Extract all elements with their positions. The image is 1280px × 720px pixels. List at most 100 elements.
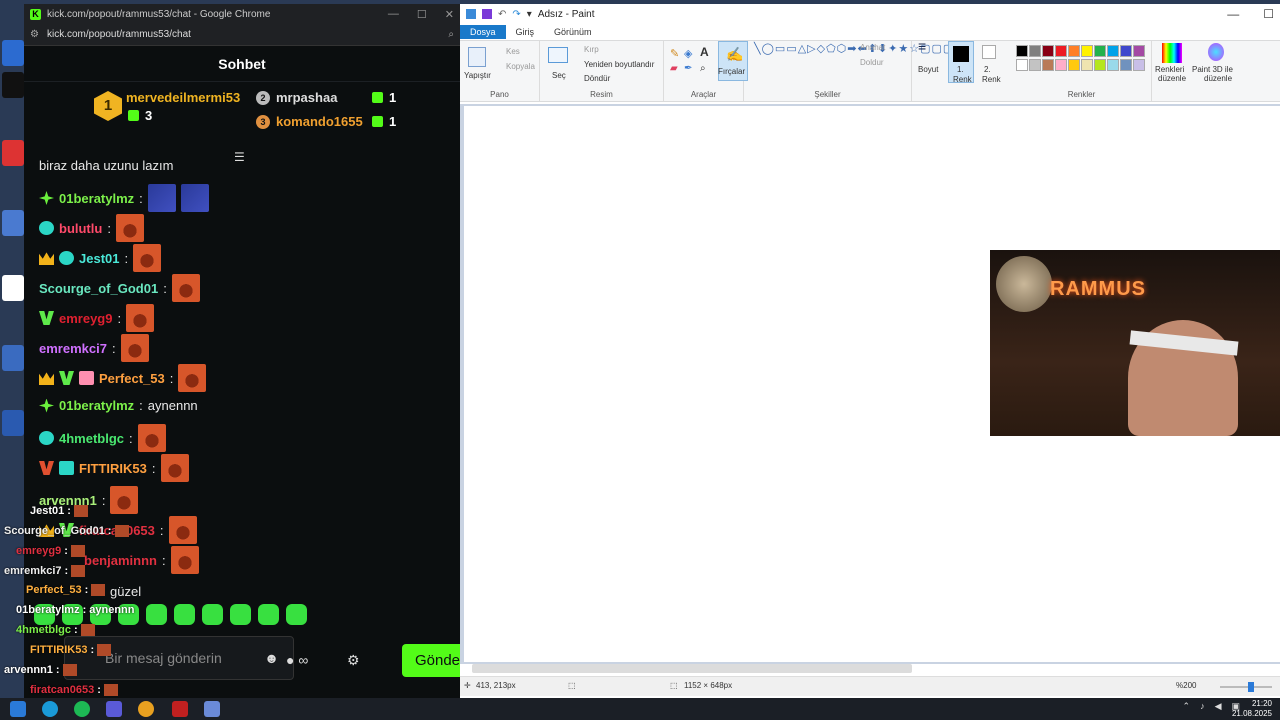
chat-username[interactable]: 4hmetblgc: [59, 431, 124, 446]
leaderboard-entry[interactable]: 3 komando1655: [256, 114, 363, 129]
desktop-app-icon[interactable]: [2, 275, 24, 301]
color-swatch[interactable]: [1133, 45, 1145, 57]
color-swatch[interactable]: [1068, 59, 1080, 71]
zoom-slider-thumb[interactable]: [1248, 682, 1254, 692]
edit-colors-label[interactable]: düzenle: [1158, 74, 1186, 83]
chat-username[interactable]: emremkci7: [39, 341, 107, 356]
copy-button[interactable]: Kopyala: [506, 62, 535, 71]
chat-username[interactable]: FITTIRIK53: [79, 461, 147, 476]
chat-username[interactable]: 01beratylmz: [59, 191, 134, 206]
url-text[interactable]: kick.com/popout/rammus53/chat: [47, 29, 191, 40]
color-swatch[interactable]: [1107, 59, 1119, 71]
horizontal-scrollbar[interactable]: [472, 664, 912, 673]
paint3d-icon[interactable]: [1208, 43, 1224, 61]
clock[interactable]: 21:20 21.08.2025: [1232, 699, 1272, 719]
app-icon[interactable]: [42, 701, 58, 717]
tray-overflow-icon[interactable]: ⌃: [1183, 701, 1191, 712]
tab-giris[interactable]: Giriş: [506, 25, 545, 39]
color-picker-icon[interactable]: ✒: [684, 63, 692, 74]
edit-colors-icon[interactable]: [1162, 43, 1182, 63]
maximize-icon[interactable]: ☐: [1263, 7, 1274, 21]
zoom-icon[interactable]: ⌕: [448, 29, 454, 40]
spotify-icon[interactable]: [74, 701, 90, 717]
site-info-icon[interactable]: ⚙: [30, 29, 39, 40]
leaderboard-entry[interactable]: 2 mrpashaa: [256, 90, 337, 105]
desktop-app-icon[interactable]: [2, 40, 24, 66]
color-swatch[interactable]: [1094, 59, 1106, 71]
resize-button[interactable]: Yeniden boyutlandır: [584, 60, 654, 69]
crop-button[interactable]: Kırp: [584, 45, 599, 54]
cut-button[interactable]: Kes: [506, 47, 520, 56]
leaderboard-name[interactable]: mervedeilmermi53: [126, 90, 240, 105]
zoom-slider[interactable]: [1220, 682, 1272, 692]
quick-emotes-icon[interactable]: ● ∞: [286, 652, 308, 668]
chrome-icon[interactable]: [138, 701, 154, 717]
size-button[interactable]: Boyut: [918, 65, 938, 74]
paste-button[interactable]: Yapıştır: [464, 71, 491, 80]
save-icon[interactable]: [482, 9, 492, 19]
shapes-gallery[interactable]: ╲◯▭▭△▷◇⬠⬡➡⬅⬆⬇✦★☆▢▢▢: [754, 43, 953, 56]
select-icon[interactable]: [548, 47, 568, 63]
undo-icon[interactable]: ↶: [498, 9, 506, 20]
close-icon[interactable]: ✕: [445, 8, 454, 21]
chat-username[interactable]: emreyg9: [59, 311, 112, 326]
color-swatch[interactable]: [1107, 45, 1119, 57]
magnifier-icon[interactable]: ⌕: [700, 63, 706, 74]
color2-button[interactable]: [982, 45, 996, 59]
desktop-app-icon[interactable]: [2, 72, 24, 98]
color-swatch[interactable]: [1055, 59, 1067, 71]
color-swatch[interactable]: [1120, 45, 1132, 57]
chat-username[interactable]: Scourge_of_God01: [39, 281, 158, 296]
emote-button[interactable]: [202, 604, 223, 625]
color-swatch[interactable]: [1042, 45, 1054, 57]
color-swatch[interactable]: [1055, 45, 1067, 57]
color-swatch[interactable]: [1094, 45, 1106, 57]
edit-colors-label[interactable]: Renkleri: [1155, 65, 1184, 74]
color-swatch[interactable]: [1081, 45, 1093, 57]
pencil-icon[interactable]: ✎: [670, 47, 679, 60]
rotate-button[interactable]: Döndür: [584, 74, 610, 83]
desktop-app-icon[interactable]: [2, 410, 24, 436]
color-swatch[interactable]: [1016, 45, 1028, 57]
volume-icon[interactable]: ◀: [1215, 701, 1222, 712]
redo-icon[interactable]: ↷: [512, 9, 520, 20]
color-swatch[interactable]: [1081, 59, 1093, 71]
voicemeeter-icon[interactable]: [172, 701, 188, 717]
chat-username[interactable]: Jest01: [79, 251, 119, 266]
fill-button[interactable]: Doldur: [860, 58, 884, 67]
fill-icon[interactable]: ◈: [684, 47, 692, 60]
size-icon[interactable]: ≡: [918, 39, 926, 53]
tab-dosya[interactable]: Dosya: [460, 25, 506, 39]
emoji-picker-icon[interactable]: ☻: [264, 650, 279, 666]
color-swatch[interactable]: [1133, 59, 1145, 71]
tab-gorunum[interactable]: Görünüm: [544, 25, 602, 39]
paint-icon[interactable]: [204, 701, 220, 717]
chat-username[interactable]: bulutlu: [59, 221, 102, 236]
windows-start-icon[interactable]: [10, 701, 26, 717]
app-icon[interactable]: [106, 701, 122, 717]
text-tool-icon[interactable]: A: [700, 45, 709, 59]
address-bar[interactable]: ⚙ kick.com/popout/rammus53/chat ⌕: [24, 24, 460, 46]
paint3d-label[interactable]: düzenle: [1204, 74, 1232, 83]
color-swatch[interactable]: [1120, 59, 1132, 71]
desktop-app-icon[interactable]: [2, 210, 24, 236]
emote-button[interactable]: [258, 604, 279, 625]
emote-button[interactable]: [230, 604, 251, 625]
minimize-icon[interactable]: —: [1227, 7, 1239, 21]
color-swatch[interactable]: [1029, 45, 1041, 57]
maximize-icon[interactable]: ☐: [417, 8, 427, 21]
chat-username[interactable]: Perfect_53: [99, 371, 165, 386]
desktop-app-icon[interactable]: [2, 345, 24, 371]
outline-button[interactable]: Anahat: [860, 43, 885, 52]
color-swatch[interactable]: [1016, 59, 1028, 71]
customize-toolbar-icon[interactable]: ▾: [527, 9, 532, 20]
eraser-icon[interactable]: ▰: [670, 63, 678, 74]
color-swatch[interactable]: [1042, 59, 1054, 71]
paste-icon[interactable]: [468, 47, 486, 67]
chrome-icon[interactable]: [2, 140, 24, 166]
color-swatch[interactable]: [1068, 45, 1080, 57]
select-button[interactable]: Seç: [552, 71, 566, 80]
color-swatch[interactable]: [1029, 59, 1041, 71]
chat-settings-gear-icon[interactable]: ⚙: [347, 652, 360, 669]
chat-username[interactable]: 01beratylmz: [59, 398, 134, 413]
